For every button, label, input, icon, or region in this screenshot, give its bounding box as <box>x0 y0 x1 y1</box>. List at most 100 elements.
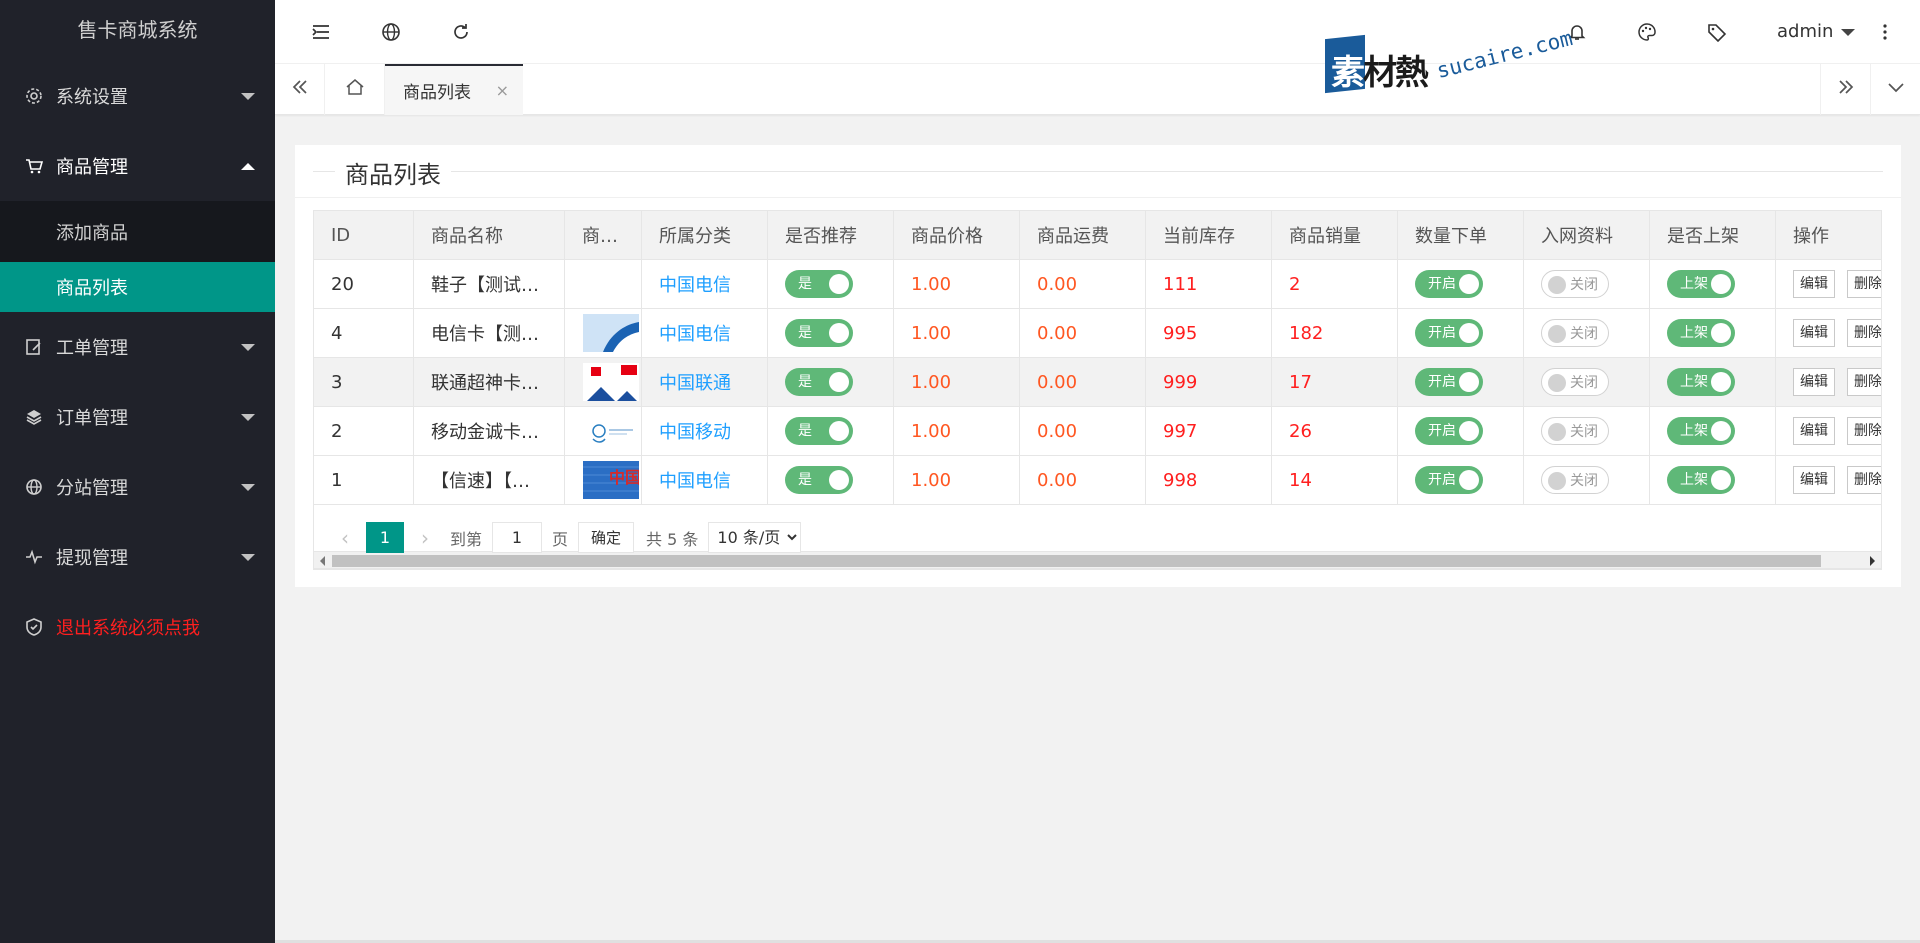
edit-button[interactable]: 编辑 <box>1793 368 1835 396</box>
toggle-label: 关闭 <box>1570 277 1598 293</box>
globe-icon[interactable] <box>379 20 403 44</box>
col-stock: 998 <box>1146 456 1272 504</box>
listed-toggle[interactable]: 上架 <box>1667 319 1735 347</box>
prev-page-icon[interactable]: ‹ <box>330 526 360 550</box>
user-menu[interactable]: admin <box>1777 0 1856 64</box>
page-title: 商品列表 <box>335 155 451 190</box>
toggle-knob <box>829 372 849 392</box>
col-name: 移动金诚卡… <box>414 407 565 455</box>
net-info-toggle[interactable]: 关闭 <box>1541 466 1609 494</box>
col-thumb <box>565 260 642 308</box>
tag-icon[interactable] <box>1705 20 1729 44</box>
col-category[interactable]: 中国电信 <box>642 260 768 308</box>
tab-options-button[interactable] <box>1870 64 1920 115</box>
col-name: 【信速】【… <box>414 456 565 504</box>
col-category[interactable]: 中国电信 <box>642 309 768 357</box>
net-info-toggle[interactable]: 关闭 <box>1541 417 1609 445</box>
col-sales: 26 <box>1272 407 1398 455</box>
toggle-knob <box>1459 372 1479 392</box>
table-row[interactable]: 1 【信速】【… 中国 中国电信 是 1.00 0.00 998 14 开启 关闭 上架 编辑 删除 <box>314 456 1881 505</box>
listed-toggle[interactable]: 上架 <box>1667 417 1735 445</box>
edit-button[interactable]: 编辑 <box>1793 417 1835 445</box>
delete-button[interactable]: 删除 <box>1847 319 1881 347</box>
listed-toggle[interactable]: 上架 <box>1667 270 1735 298</box>
qty-order-toggle[interactable]: 开启 <box>1415 368 1483 396</box>
table-row[interactable]: 20 鞋子【测试… 中国电信 是 1.00 0.00 111 2 开启 关闭 上架 编辑 删除 <box>314 260 1881 309</box>
recommend-toggle[interactable]: 是 <box>785 368 853 396</box>
sidebar-item-product-list[interactable]: 商品列表 <box>0 262 275 312</box>
table-header-qty-order: 数量下单 <box>1398 211 1524 259</box>
tab-product-list[interactable]: 商品列表 × <box>385 64 523 115</box>
delete-button[interactable]: 删除 <box>1847 417 1881 445</box>
listed-toggle[interactable]: 上架 <box>1667 466 1735 494</box>
col-recommend: 是 <box>768 456 894 504</box>
net-info-toggle[interactable]: 关闭 <box>1541 319 1609 347</box>
net-info-toggle[interactable]: 关闭 <box>1541 270 1609 298</box>
qty-order-toggle[interactable]: 开启 <box>1415 417 1483 445</box>
col-category[interactable]: 中国电信 <box>642 456 768 504</box>
qty-order-toggle[interactable]: 开启 <box>1415 270 1483 298</box>
tab-home[interactable] <box>325 64 385 115</box>
col-category[interactable]: 中国联通 <box>642 358 768 406</box>
table-row[interactable]: 2 移动金诚卡… 中国移动 是 1.00 0.00 997 26 开启 关闭 上架 编辑 删除 <box>314 407 1881 456</box>
recommend-toggle[interactable]: 是 <box>785 319 853 347</box>
qty-order-toggle[interactable]: 开启 <box>1415 319 1483 347</box>
sidebar-item-label: 商品管理 <box>56 157 128 178</box>
sidebar-item-add-product[interactable]: 添加商品 <box>0 201 275 262</box>
toggle-label: 是 <box>798 374 812 390</box>
sidebar-item-substations[interactable]: 分站管理 <box>0 452 275 522</box>
cart-icon <box>24 156 44 176</box>
sidebar-item-products[interactable]: 商品管理 <box>0 131 275 201</box>
col-net-info: 关闭 <box>1524 260 1650 308</box>
table-header-price: 商品价格 <box>894 211 1020 259</box>
recommend-toggle[interactable]: 是 <box>785 417 853 445</box>
col-id: 20 <box>314 260 414 308</box>
sidebar-item-tickets[interactable]: 工单管理 <box>0 312 275 382</box>
recommend-toggle[interactable]: 是 <box>785 270 853 298</box>
delete-button[interactable]: 删除 <box>1847 270 1881 298</box>
sidebar-item-orders[interactable]: 订单管理 <box>0 382 275 452</box>
toggle-label: 上架 <box>1680 374 1708 390</box>
sidebar-item-withdrawals[interactable]: 提现管理 <box>0 522 275 592</box>
edit-button[interactable]: 编辑 <box>1793 319 1835 347</box>
product-list-card: 商品列表 ID 商品名称 商… 所属分类 是否推荐 商品价格 商品运费 当前库存 商品销量 数量下… <box>295 145 1901 587</box>
palette-icon[interactable] <box>1635 20 1659 44</box>
table-row[interactable]: 3 联通超神卡… 中国联通 是 1.00 0.00 999 17 开启 关闭 上架 编辑 删除 <box>314 358 1881 407</box>
col-listed: 上架 <box>1650 407 1776 455</box>
col-category[interactable]: 中国移动 <box>642 407 768 455</box>
menu-fold-icon[interactable] <box>309 20 333 44</box>
per-page-select[interactable]: 10 条/页 <box>708 522 802 553</box>
divider <box>295 197 1901 198</box>
net-info-toggle[interactable]: 关闭 <box>1541 368 1609 396</box>
col-shipping: 0.00 <box>1020 456 1146 504</box>
edit-button[interactable]: 编辑 <box>1793 466 1835 494</box>
tab-scroll-left-button[interactable] <box>275 64 325 115</box>
page-button-current[interactable]: 1 <box>366 522 404 553</box>
table-row[interactable]: 4 电信卡【测… 中国电信 是 1.00 0.00 995 182 开启 关闭 上架 编辑 删除 <box>314 309 1881 358</box>
toggle-knob <box>1711 323 1731 343</box>
delete-button[interactable]: 删除 <box>1847 368 1881 396</box>
product-thumbnail[interactable] <box>583 314 639 352</box>
sidebar-item-logout[interactable]: 退出系统必须点我 <box>0 592 275 662</box>
recommend-toggle[interactable]: 是 <box>785 466 853 494</box>
toggle-label: 开启 <box>1428 374 1456 390</box>
close-icon[interactable]: × <box>496 81 509 100</box>
qty-order-toggle[interactable]: 开启 <box>1415 466 1483 494</box>
product-thumbnail[interactable] <box>583 363 639 401</box>
goto-confirm-button[interactable]: 确定 <box>578 522 635 553</box>
edit-button[interactable]: 编辑 <box>1793 270 1835 298</box>
next-page-icon[interactable]: › <box>410 526 440 550</box>
delete-button[interactable]: 删除 <box>1847 466 1881 494</box>
product-thumbnail[interactable]: 中国 <box>583 461 639 499</box>
tab-scroll-right-button[interactable] <box>1820 64 1870 115</box>
product-thumbnail[interactable] <box>583 412 639 450</box>
refresh-icon[interactable] <box>449 20 473 44</box>
more-vertical-icon[interactable] <box>1873 20 1897 44</box>
col-price: 1.00 <box>894 407 1020 455</box>
toggle-label: 关闭 <box>1570 375 1598 391</box>
goto-page-input[interactable] <box>492 522 543 553</box>
ticket-icon <box>24 337 44 357</box>
listed-toggle[interactable]: 上架 <box>1667 368 1735 396</box>
toggle-knob <box>1459 421 1479 441</box>
sidebar-item-system-settings[interactable]: 系统设置 <box>0 61 275 131</box>
